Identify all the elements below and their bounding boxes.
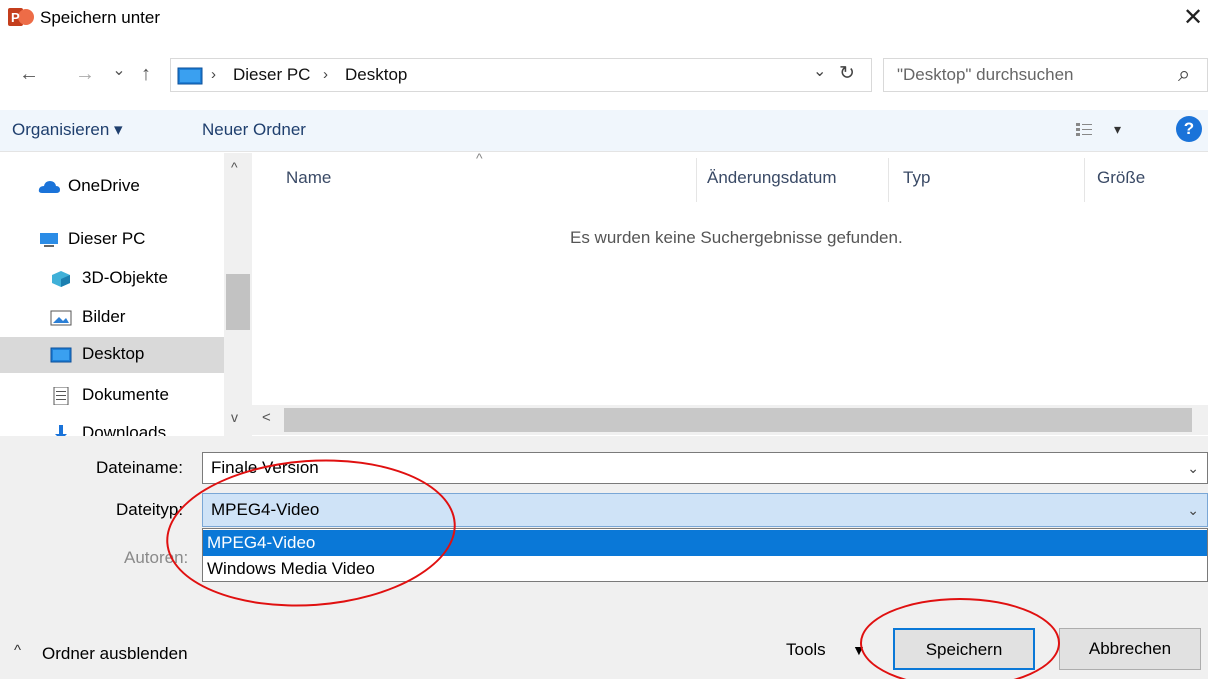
filetype-selected-value: MPEG4-Video [211,500,320,519]
empty-results-message: Es wurden keine Suchergebnisse gefunden. [570,228,903,247]
cancel-button[interactable]: Abbrechen [1059,628,1201,670]
nav-item-label: 3D-Objekte [82,268,168,287]
document-icon [53,387,69,405]
title-bar [0,0,1208,36]
svg-text:P: P [11,10,20,25]
filetype-option-wmv[interactable]: Windows Media Video [203,556,1207,582]
column-header-date[interactable]: Änderungsdatum [707,168,836,188]
cloud-icon [38,181,60,193]
search-placeholder: "Desktop" durchsuchen [897,65,1074,84]
authors-label: Autoren: [124,548,189,567]
column-header-size[interactable]: Größe [1097,168,1145,188]
filename-input[interactable]: Finale Version ⌄ [202,452,1208,484]
navigation-pane: OneDrive Dieser PC 3D-Objekte Bilder Des… [0,153,224,436]
tools-dropdown-icon[interactable]: ▼ [852,642,866,658]
nav-pane-scroll-thumb[interactable] [226,274,250,330]
view-options-icon[interactable] [1075,122,1093,138]
close-icon[interactable]: ✕ [1178,2,1208,34]
tools-button[interactable]: Tools [786,640,826,660]
nav-item-downloads[interactable]: Downloads [0,416,224,436]
breadcrumb-dieser-pc[interactable]: Dieser PC [233,65,310,85]
search-icon[interactable]: ⌕ [1178,61,1190,87]
sort-ascending-icon: ^ [476,150,483,166]
scroll-down-icon[interactable]: v [231,409,238,425]
save-button[interactable]: Speichern [893,628,1035,670]
address-bar[interactable]: › Dieser PC › Desktop ⌄ ↻ [170,58,872,92]
computer-icon [40,233,58,247]
address-dropdown-chevron-icon[interactable]: ⌄ [813,61,826,81]
nav-item-dokumente[interactable]: Dokumente [0,378,224,414]
desktop-icon [50,347,72,363]
download-icon [55,425,67,436]
filetype-label: Dateityp: [116,500,184,519]
help-icon[interactable]: ? [1176,116,1202,142]
view-dropdown-chevron-icon[interactable]: ▾ [1114,121,1121,138]
filetype-options-list: MPEG4-Video Windows Media Video [202,528,1208,582]
picture-icon [50,310,72,326]
nav-item-onedrive[interactable]: OneDrive [0,169,224,205]
window-title: Speichern unter [40,8,161,27]
forward-arrow-icon[interactable]: → [70,59,100,89]
filename-label: Dateiname: [96,458,183,477]
powerpoint-app-icon: P [8,8,34,26]
column-divider[interactable] [1084,158,1085,202]
nav-item-label: Dokumente [82,385,169,404]
nav-item-dieser-pc[interactable]: Dieser PC [0,222,224,258]
nav-item-3d-objekte[interactable]: 3D-Objekte [0,261,224,297]
filename-value: Finale Version [211,458,319,477]
hide-folders-button[interactable]: Ordner ausblenden [42,644,188,664]
scroll-up-icon[interactable]: ^ [231,159,238,175]
column-divider[interactable] [888,158,889,202]
refresh-icon[interactable]: ↻ [839,62,855,85]
up-arrow-icon[interactable]: ↑ [134,59,158,89]
nav-item-label: Desktop [82,344,145,363]
column-header-type[interactable]: Typ [903,168,930,188]
cube-icon [52,271,70,287]
nav-item-bilder[interactable]: Bilder [0,300,224,336]
collapse-chevron-icon[interactable]: ^ [14,642,21,659]
nav-item-label: Downloads [82,423,167,436]
column-divider[interactable] [696,158,697,202]
back-arrow-icon[interactable]: ← [14,59,44,89]
filetype-dropdown-chevron-icon[interactable]: ⌄ [1187,502,1199,519]
scroll-left-icon[interactable]: < [262,409,271,426]
command-toolbar: Organisieren ▾ Neuer Ordner ▾ [0,110,1208,152]
organize-button[interactable]: Organisieren ▾ [12,120,123,140]
horizontal-scroll-thumb[interactable] [284,408,1192,432]
search-input[interactable]: "Desktop" durchsuchen ⌕ [883,58,1208,92]
filetype-select[interactable]: MPEG4-Video ⌄ [202,493,1208,527]
nav-item-desktop[interactable]: Desktop [0,337,224,373]
filename-dropdown-chevron-icon[interactable]: ⌄ [1187,460,1199,477]
nav-item-label: OneDrive [68,176,140,195]
column-header-name[interactable]: Name [286,168,331,188]
breadcrumb-desktop[interactable]: Desktop [345,65,407,85]
nav-item-label: Dieser PC [68,229,146,248]
new-folder-button[interactable]: Neuer Ordner [202,120,306,140]
desktop-icon [177,67,203,85]
breadcrumb-separator: › [323,66,328,83]
breadcrumb-separator: › [211,66,216,83]
filetype-option-mpeg4[interactable]: MPEG4-Video [203,530,1207,556]
nav-item-label: Bilder [82,307,126,326]
recent-locations-chevron-icon[interactable]: ⌄ [110,56,128,86]
